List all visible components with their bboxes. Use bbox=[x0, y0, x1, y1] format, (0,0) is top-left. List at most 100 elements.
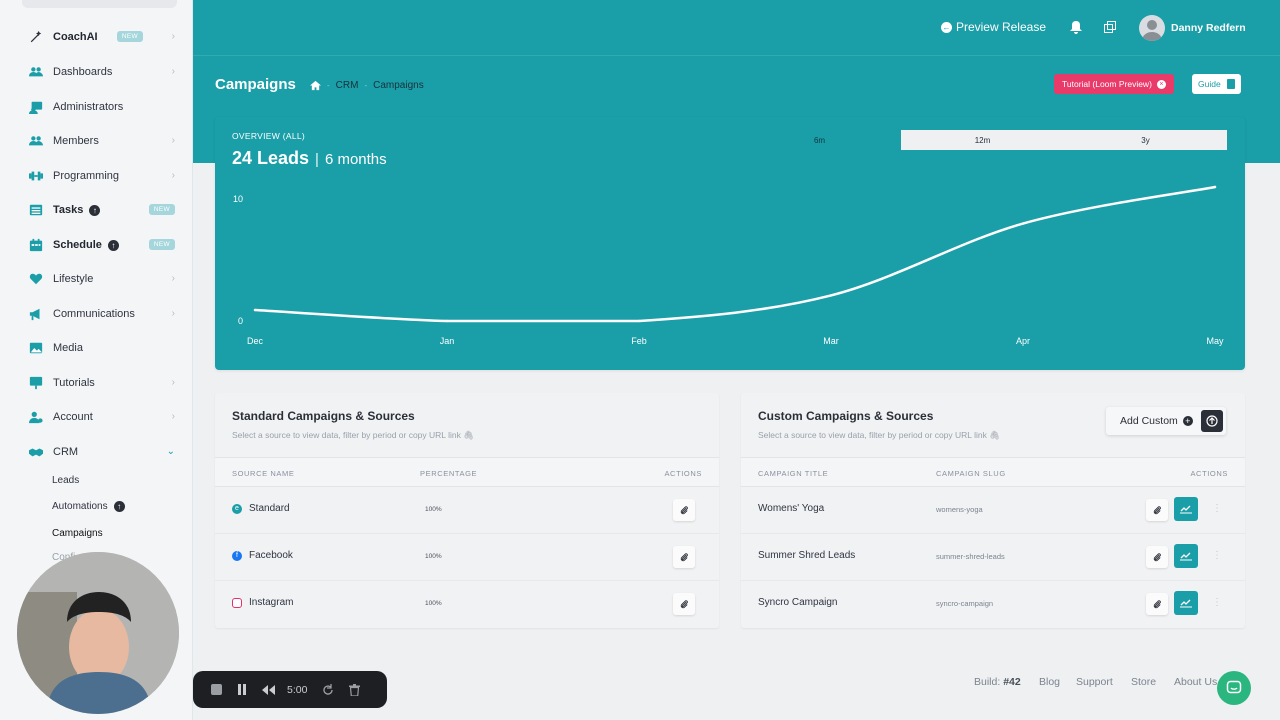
sidebar-item-label: Media bbox=[53, 342, 83, 354]
breadcrumb-separator: - bbox=[364, 81, 368, 90]
sidebar-item-coachai[interactable]: CoachAI NEW › bbox=[0, 22, 192, 52]
user-name[interactable]: Danny Redfern bbox=[1171, 22, 1246, 34]
recording-time: 5:00 bbox=[287, 683, 308, 696]
copy-link-button[interactable] bbox=[1146, 546, 1168, 568]
stop-button[interactable] bbox=[209, 683, 223, 697]
sidebar-subitem-leads[interactable]: Leads bbox=[52, 475, 79, 486]
x-tick-label: Feb bbox=[631, 336, 647, 346]
data-point bbox=[445, 319, 449, 323]
home-icon[interactable] bbox=[310, 80, 321, 91]
sidebar-subitem-label: Automations bbox=[52, 501, 108, 512]
webcam-overlay[interactable] bbox=[17, 552, 179, 714]
dumbbell-icon bbox=[28, 168, 44, 184]
sidebar-item-label: Account bbox=[53, 411, 93, 423]
sidebar-item-lifestyle[interactable]: Lifestyle › bbox=[0, 264, 192, 294]
campaign-title: Syncro Campaign bbox=[758, 597, 838, 608]
chevron-right-icon: › bbox=[171, 411, 175, 422]
footer-link-store[interactable]: Store bbox=[1131, 676, 1156, 688]
x-tick-label: Mar bbox=[823, 336, 839, 346]
breadcrumb: - CRM - Campaigns bbox=[310, 80, 424, 91]
copy-link-button[interactable] bbox=[1146, 499, 1168, 521]
column-header: SOURCE NAME bbox=[232, 469, 295, 478]
preview-release-link[interactable]: ← Preview Release bbox=[940, 20, 1046, 34]
view-chart-button[interactable] bbox=[1174, 591, 1198, 615]
column-header: ACTIONS bbox=[1190, 469, 1228, 478]
table-row[interactable]: e Standard 100% bbox=[215, 487, 719, 534]
sidebar-item-media[interactable]: Media bbox=[0, 333, 192, 363]
guide-label: Guide bbox=[1198, 79, 1221, 89]
copy-link-button[interactable] bbox=[673, 499, 695, 521]
more-options-icon[interactable]: ⋮ bbox=[1212, 550, 1222, 564]
view-chart-button[interactable] bbox=[1174, 544, 1198, 568]
table-row[interactable]: Instagram 100% bbox=[215, 581, 719, 628]
copy-link-button[interactable] bbox=[673, 546, 695, 568]
chat-button[interactable] bbox=[1217, 671, 1251, 705]
handshake-icon bbox=[28, 444, 44, 460]
copy-windows-icon[interactable] bbox=[1104, 21, 1116, 33]
data-point bbox=[829, 294, 833, 297]
chevron-right-icon: › bbox=[171, 273, 175, 284]
sidebar-subitem-campaigns[interactable]: Campaigns bbox=[52, 528, 103, 539]
sidebar-item-schedule[interactable]: Schedule ↑ NEW bbox=[0, 230, 192, 260]
bell-icon[interactable] bbox=[1070, 21, 1082, 34]
arrow-left-circle-icon: ← bbox=[940, 21, 952, 33]
view-chart-button[interactable] bbox=[1174, 497, 1198, 521]
table-row[interactable]: f Facebook 100% bbox=[215, 534, 719, 581]
paperclip-icon bbox=[680, 505, 688, 514]
x-tick-label: May bbox=[1206, 336, 1224, 346]
footer-link-about[interactable]: About Us bbox=[1174, 676, 1217, 688]
sidebar-item-crm[interactable]: CRM ⌄ bbox=[0, 437, 192, 467]
sidebar-item-tutorials[interactable]: Tutorials › bbox=[0, 368, 192, 398]
source-name: f Facebook bbox=[232, 550, 293, 561]
copy-link-button[interactable] bbox=[1146, 593, 1168, 615]
table-row[interactable]: Summer Shred Leads summer-shred-leads ⋮ bbox=[741, 534, 1245, 581]
chart-line-icon bbox=[1180, 552, 1192, 561]
campaign-title: Womens' Yoga bbox=[758, 503, 825, 514]
paperclip-icon bbox=[1153, 599, 1161, 608]
admin-icon bbox=[28, 99, 44, 115]
chart-line-icon bbox=[1180, 599, 1192, 608]
arrow-up-square-icon bbox=[1200, 410, 1223, 432]
sidebar-item-label: Tutorials bbox=[53, 377, 95, 389]
more-options-icon[interactable]: ⋮ bbox=[1212, 503, 1222, 517]
campaign-slug: summer-shred-leads bbox=[936, 552, 1005, 561]
more-options-icon[interactable]: ⋮ bbox=[1212, 597, 1222, 611]
copy-link-button[interactable] bbox=[673, 593, 695, 615]
source-name: Instagram bbox=[232, 597, 293, 608]
arrow-up-circle-icon: ↑ bbox=[107, 239, 119, 251]
restart-button[interactable] bbox=[321, 683, 335, 697]
x-tick-label: Apr bbox=[1016, 336, 1030, 346]
sidebar-item-programming[interactable]: Programming › bbox=[0, 161, 192, 191]
edge-icon: e bbox=[232, 503, 242, 514]
series-line bbox=[253, 185, 1217, 323]
card-subtitle: Select a source to view data, filter by … bbox=[758, 430, 1000, 441]
table-row[interactable]: Womens' Yoga womens-yoga ⋮ bbox=[741, 487, 1245, 534]
guide-button[interactable]: Guide bbox=[1192, 74, 1241, 94]
breadcrumb-crm[interactable]: CRM bbox=[336, 80, 359, 91]
delete-button[interactable] bbox=[347, 683, 361, 697]
sidebar-item-communications[interactable]: Communications › bbox=[0, 299, 192, 329]
sidebar-item-dashboards[interactable]: Dashboards › bbox=[0, 57, 192, 87]
footer-link-blog[interactable]: Blog bbox=[1039, 676, 1060, 688]
table-row[interactable]: Syncro Campaign syncro-campaign ⋮ bbox=[741, 581, 1245, 628]
campaign-slug: syncro-campaign bbox=[936, 599, 994, 608]
sidebar-item-members[interactable]: Members › bbox=[0, 126, 192, 156]
sidebar-item-tasks[interactable]: Tasks ↑ NEW bbox=[0, 195, 192, 225]
tutorial-button[interactable]: Tutorial (Loom Preview) × bbox=[1054, 74, 1174, 94]
members-icon bbox=[28, 133, 44, 149]
footer-link-support[interactable]: Support bbox=[1076, 676, 1113, 688]
add-custom-button[interactable]: Add Custom + bbox=[1106, 407, 1226, 435]
source-name: e Standard bbox=[232, 503, 290, 514]
line-chart: 0 10 Dec Jan Feb Mar Apr May bbox=[233, 185, 1224, 346]
sidebar-item-account[interactable]: Account › bbox=[0, 402, 192, 432]
sidebar-item-administrators[interactable]: Administrators bbox=[0, 92, 192, 122]
rewind-button[interactable] bbox=[261, 683, 275, 697]
chevron-right-icon: › bbox=[171, 170, 175, 181]
standard-campaigns-card: Standard Campaigns & Sources Select a so… bbox=[215, 393, 719, 628]
sidebar-subitem-automations[interactable]: Automations ↑ bbox=[52, 501, 125, 512]
chevron-right-icon: › bbox=[171, 31, 175, 42]
source-name-text: Instagram bbox=[249, 597, 294, 608]
avatar[interactable] bbox=[1139, 15, 1165, 41]
sidebar-item-label: Dashboards bbox=[53, 66, 113, 78]
pause-button[interactable] bbox=[235, 683, 249, 697]
